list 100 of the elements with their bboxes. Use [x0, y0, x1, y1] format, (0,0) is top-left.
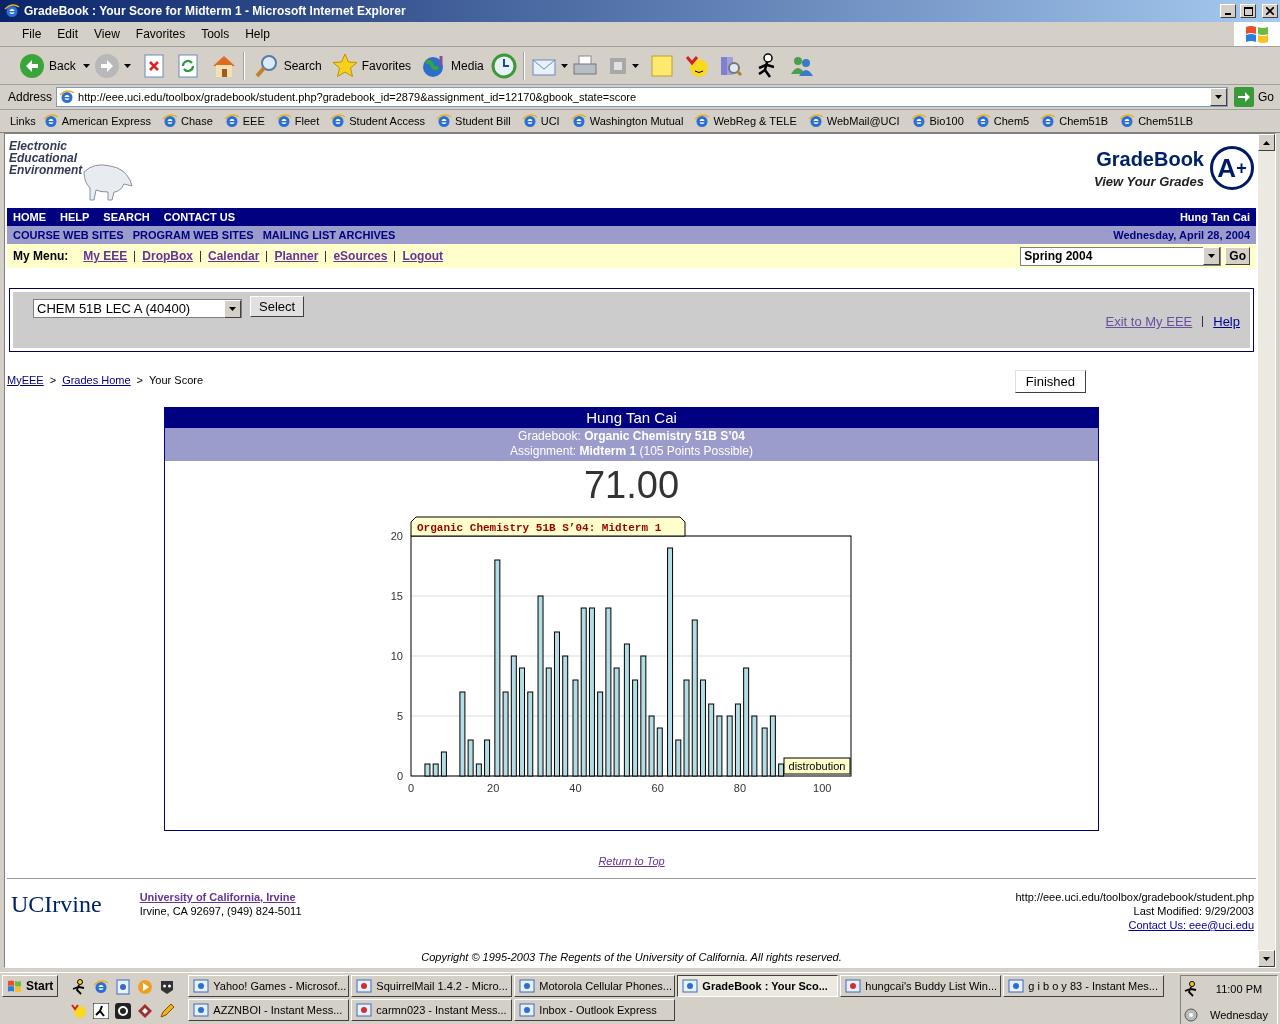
link[interactable]: Help [1213, 314, 1240, 329]
history-icon[interactable] [490, 52, 517, 79]
university-logo: UCIrvine [11, 891, 102, 918]
link-item[interactable]: WebMail@UCI [807, 113, 900, 129]
link-item[interactable]: Bio100 [910, 113, 964, 129]
scroll-up-icon[interactable] [1263, 140, 1270, 145]
link-item[interactable]: EEE [223, 113, 265, 129]
taskbar-button[interactable]: GradeBook : Your Sco... [677, 975, 839, 997]
caret-icon[interactable] [631, 63, 639, 68]
taskbar-button[interactable]: Motorola Cellular Phones... [514, 975, 676, 997]
document-icon[interactable] [115, 979, 132, 995]
nav-link[interactable]: HOME [13, 211, 46, 223]
taskbar-button[interactable]: Yahoo! Games - Microsof... [188, 975, 350, 997]
assignment-text: Assignment: Midterm 1 (105 Points Possible) [509, 444, 754, 459]
link-item[interactable]: Washington Mutual [570, 113, 684, 129]
series-label: distrobution [788, 760, 845, 772]
caret-icon[interactable] [123, 63, 131, 68]
menu-link[interactable]: Logout [395, 249, 451, 263]
nav-link[interactable]: HELP [60, 211, 90, 223]
university-link[interactable]: University of California, Irvine [139, 891, 302, 903]
nav-link[interactable]: SEARCH [103, 211, 150, 223]
taskbar-button[interactable]: AZZNBOI - Instant Mess... [188, 999, 350, 1021]
menu-link[interactable]: DropBox [135, 249, 201, 263]
page-icon [694, 113, 711, 129]
runner-icon[interactable] [93, 1003, 110, 1019]
smiley-icon[interactable] [71, 1003, 88, 1019]
game-icon[interactable] [115, 1003, 132, 1019]
menu-item[interactable]: View [86, 27, 128, 41]
go-button[interactable]: Go [1232, 87, 1276, 107]
media-button[interactable]: Media [418, 50, 487, 81]
puzzle-icon[interactable] [137, 1003, 154, 1019]
taskbar-button[interactable]: carmn023 - Instant Mess... [351, 999, 513, 1021]
axis-label: 40 [568, 782, 582, 794]
nav-link[interactable]: MAILING LIST ARCHIVES [262, 229, 396, 241]
return-to-top-link[interactable]: Return to Top [598, 855, 665, 867]
link-item[interactable]: Chem51B [1040, 113, 1109, 129]
start-button[interactable]: Start [2, 975, 59, 997]
stop-icon[interactable] [142, 53, 165, 78]
caret-icon[interactable] [560, 63, 568, 68]
course-dropdown[interactable]: CHEM 51B LEC A (40400) [33, 299, 242, 318]
close-icon [1266, 7, 1274, 15]
menu-link[interactable]: Calendar [201, 249, 267, 263]
disc-icon[interactable] [1183, 1007, 1199, 1023]
link-item[interactable]: Fleet [275, 113, 320, 129]
address-field[interactable]: http://eee.uci.edu/toolbox/gradebook/student.php?gradebook_id=2879&assignment_id=12170&gbook_state=score [56, 87, 1228, 107]
link-item[interactable]: Chem5 [974, 113, 1030, 129]
link-item[interactable]: Student Access [330, 113, 426, 129]
pencil-icon[interactable] [159, 1003, 176, 1019]
nav-link[interactable]: PROGRAM WEB SITES [132, 229, 254, 241]
breadcrumb-link[interactable]: Grades Home [62, 373, 131, 386]
close-button[interactable] [1262, 4, 1278, 18]
windows-flag-icon [7, 979, 23, 993]
menu-item[interactable]: File [14, 27, 50, 41]
refresh-icon[interactable] [176, 53, 199, 78]
menu-link[interactable]: eSources [326, 249, 395, 263]
caret-icon[interactable] [82, 63, 90, 68]
go-button[interactable]: Go [1225, 247, 1250, 265]
maximize-button[interactable] [1240, 4, 1256, 18]
window-icon [519, 978, 536, 994]
page-icon [161, 113, 178, 129]
back-button[interactable]: Back [16, 50, 79, 81]
taskbar-button[interactable]: g i b o y 83 - Instant Mes... [1003, 975, 1165, 997]
breadcrumb-link[interactable]: MyEEE [7, 373, 44, 386]
page-icon [42, 113, 59, 129]
link-item[interactable]: Student Bill [436, 113, 511, 129]
mask-icon[interactable] [159, 979, 176, 995]
scroll-down-icon[interactable] [1263, 956, 1270, 961]
link[interactable]: Exit to My EEE [1105, 314, 1193, 329]
link-item[interactable]: WebReg & TELE [694, 113, 797, 129]
scrollbar[interactable] [1258, 134, 1275, 967]
link-item[interactable]: Chase [161, 113, 213, 129]
menu-link[interactable]: My EEE [76, 249, 135, 263]
term-dropdown[interactable]: Spring 2004 [1020, 246, 1222, 266]
smiley-icon[interactable] [684, 53, 709, 78]
page-icon [275, 113, 292, 129]
copyright-text: Copyright © 1995-2003 The Regents of the University of California. All rights reserved. [420, 951, 843, 963]
window-icon [4, 3, 20, 19]
menu-item[interactable]: Help [237, 27, 278, 41]
contact-link[interactable]: Contact Us: eee@uci.edu [1128, 919, 1254, 931]
grade-badge: A$^{+}$ [1210, 146, 1254, 190]
minimize-button[interactable] [1220, 4, 1236, 18]
address-label: Address [8, 90, 53, 104]
axis-label: 0 [407, 782, 414, 794]
link-item[interactable]: Chem51LB [1119, 113, 1194, 129]
link-item[interactable]: UCI [521, 113, 560, 129]
taskbar-button[interactable]: SquirrelMail 1.4.2 - Micro... [351, 975, 513, 997]
nav-link[interactable]: CONTACT US [163, 211, 236, 223]
select-button[interactable]: Select [250, 296, 305, 317]
favorites-button[interactable]: Favorites [328, 50, 415, 81]
search-button[interactable]: Search [250, 50, 325, 81]
menu-link[interactable]: Planner [267, 249, 326, 263]
link-item[interactable]: American Express [42, 113, 151, 129]
nav-link[interactable]: COURSE WEB SITES [13, 229, 124, 241]
taskbar-button[interactable]: hungcai's Buddy List Win... [840, 975, 1002, 997]
taskbar-button[interactable]: Inbox - Outlook Express [514, 999, 676, 1021]
menu-item[interactable]: Tools [193, 27, 238, 41]
finished-button[interactable]: Finished [1014, 370, 1086, 393]
menu-item[interactable]: Favorites [127, 27, 194, 41]
menu-item[interactable]: Edit [49, 27, 87, 41]
running-figure-icon[interactable] [1183, 981, 1199, 997]
